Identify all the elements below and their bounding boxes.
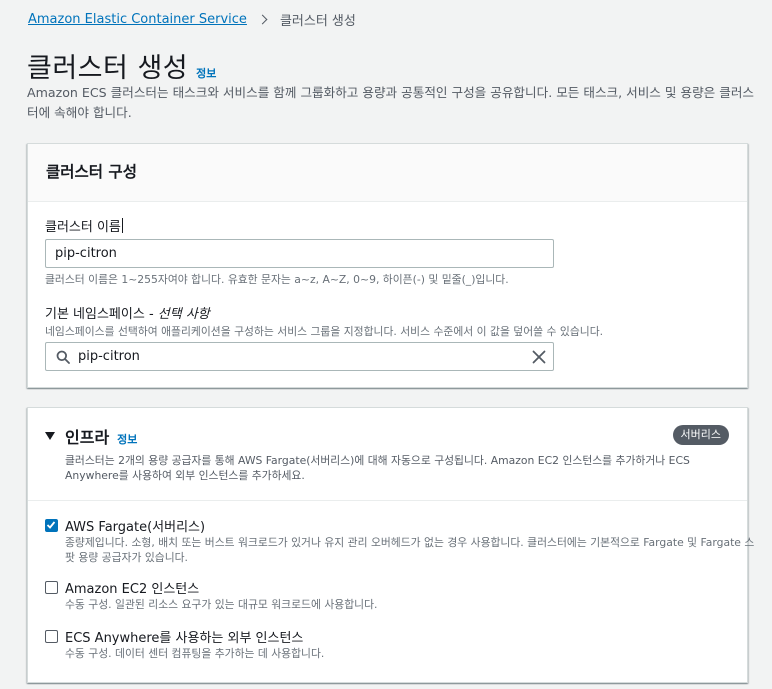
namespace-value: pip-citron [78,349,140,364]
namespace-label: 기본 네임스페이스 - 선택 사항 [45,303,210,322]
caret-down-icon[interactable] [45,432,55,440]
ec2-checkbox[interactable] [45,581,58,594]
cluster-name-label-text: 클러스터 이름 [45,220,121,235]
chevron-right-icon [257,14,268,25]
infrastructure-heading[interactable]: 인프라 [65,424,109,448]
breadcrumb: Amazon Elastic Container Service 클러스터 생성 [28,10,356,29]
cluster-name-value: pip-citron [55,246,117,261]
page-description: Amazon ECS 클러스터는 태스크와 서비스를 함께 그룹화하고 용량과 … [27,85,755,120]
infrastructure-title: 인프라 정보 [65,424,137,448]
search-icon [56,350,70,364]
text-cursor [121,218,123,233]
page-header: 클러스터 생성 정보 [27,46,216,85]
ec2-label[interactable]: Amazon EC2 인스턴스 [65,578,199,597]
namespace-label-text: 기본 네임스페이스 - [45,307,158,322]
page-info-link[interactable]: 정보 [196,65,216,81]
ecs-anywhere-description: 수동 구성. 데이터 센터 컴퓨팅을 추가하는 데 사용합니다. [65,647,325,660]
infrastructure-header: 인프라 정보 서버리스 클러스터는 2개의 용량 공급자를 통해 AWS Far… [28,408,747,501]
cluster-config-header: 클러스터 구성 [28,144,747,202]
breadcrumb-current: 클러스터 생성 [279,14,356,29]
cluster-name-input[interactable]: pip-citron [45,239,554,268]
fargate-description: 종량제입니다. 소형, 배치 또는 버스트 워크로드가 있거나 유지 관리 오버… [65,536,755,564]
fargate-checkbox[interactable] [45,519,58,532]
infrastructure-description: 클러스터는 2개의 용량 공급자를 통해 AWS Fargate(서버리스)에 … [65,454,690,482]
cluster-config-panel: 클러스터 구성 클러스터 이름 pip-citron 클러스터 이름은 1~25… [27,143,748,388]
breadcrumb-root-link[interactable]: Amazon Elastic Container Service [28,12,247,27]
serverless-badge: 서버리스 [672,425,729,445]
cluster-name-hint: 클러스터 이름은 1~255자여야 합니다. 유효한 문자는 a~z, A~Z,… [45,273,509,286]
fargate-label[interactable]: AWS Fargate(서버리스) [65,516,205,535]
namespace-search-input[interactable]: pip-citron [45,342,554,371]
infrastructure-panel: 인프라 정보 서버리스 클러스터는 2개의 용량 공급자를 통해 AWS Far… [27,407,754,683]
cluster-config-heading: 클러스터 구성 [46,163,137,181]
ecs-anywhere-checkbox[interactable] [45,630,58,643]
clear-icon[interactable] [532,350,546,364]
page-title: 클러스터 생성 [27,53,189,84]
ec2-description: 수동 구성. 일관된 리소스 요구가 있는 대규모 워크로드에 사용합니다. [65,598,378,611]
check-icon [46,521,56,529]
namespace-hint: 네임스페이스를 선택하여 애플리케이션을 구성하는 서비스 그룹을 지정합니다.… [45,325,604,338]
ecs-anywhere-label[interactable]: ECS Anywhere를 사용하는 외부 인스턴스 [65,627,303,646]
infrastructure-info-link[interactable]: 정보 [117,431,137,447]
cluster-name-label: 클러스터 이름 [45,216,123,235]
namespace-optional-text: 선택 사항 [157,307,210,322]
